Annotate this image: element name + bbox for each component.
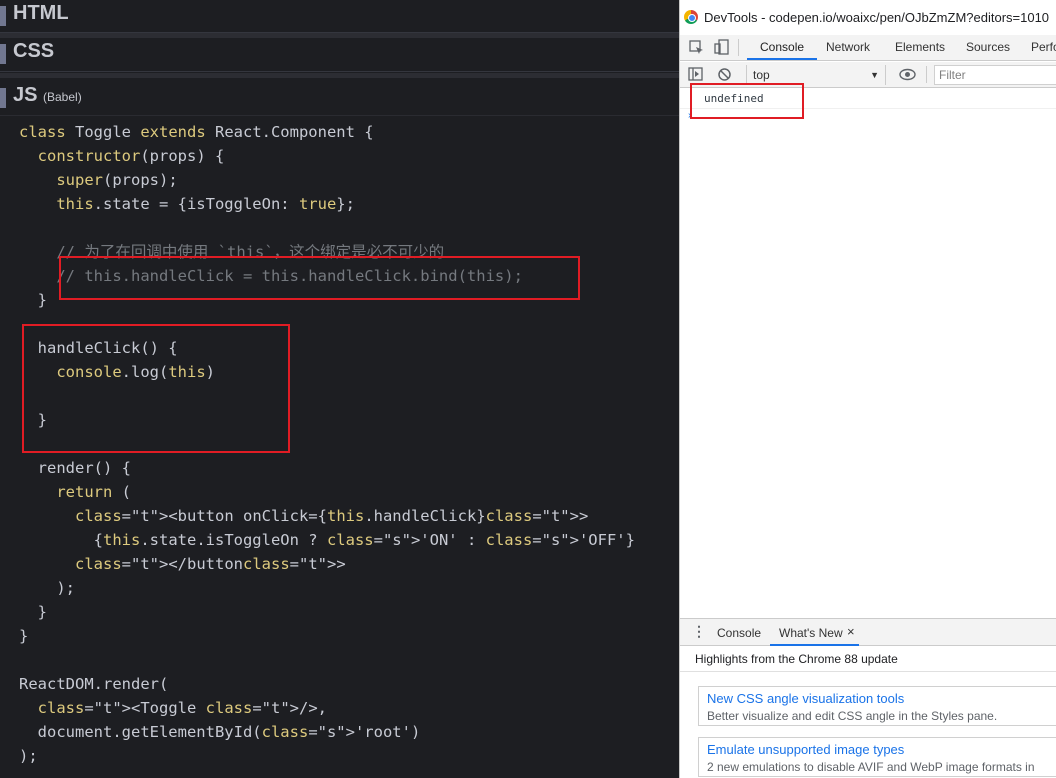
code-line: }	[19, 291, 47, 309]
toolbar-divider	[926, 66, 927, 83]
active-drawer-tab-indicator	[770, 644, 859, 646]
js-panel-title: JS	[13, 84, 38, 106]
drawer-menu-icon[interactable]: ⋮	[692, 623, 706, 640]
panel-handle	[0, 6, 6, 26]
panel-divider[interactable]	[0, 73, 679, 78]
console-output[interactable]: undefined ›	[680, 88, 1056, 618]
code-line: class="t"></buttonclass="t">>	[75, 555, 346, 573]
whats-new-item[interactable]: New CSS angle visualization tools Better…	[698, 686, 1056, 726]
js-panel-header[interactable]: JS (Babel)	[0, 80, 679, 116]
device-toolbar-icon[interactable]	[714, 39, 729, 55]
drawer-tab-console[interactable]: Console	[717, 626, 761, 640]
drawer-tabbar: ⋮ Console What's New ×	[680, 618, 1056, 646]
drawer-tab-whats-new[interactable]: What's New	[779, 626, 843, 640]
close-icon[interactable]: ×	[847, 624, 855, 639]
tab-console[interactable]: Console	[760, 40, 804, 54]
code-line: );	[19, 747, 38, 765]
toolbar-divider	[738, 39, 739, 56]
code-line: this.state = {isToggleOn: true};	[56, 195, 355, 213]
tab-performance[interactable]: Perfo	[1031, 40, 1056, 54]
highlight-box-bind	[59, 256, 580, 300]
whats-new-item[interactable]: Emulate unsupported image types 2 new em…	[698, 737, 1056, 777]
code-editor-pane: HTML CSS JS (Babel) class Toggle extends…	[0, 0, 679, 778]
whats-new-item-title[interactable]: Emulate unsupported image types	[707, 742, 904, 757]
code-line: constructor(props) {	[37, 147, 225, 165]
clear-console-icon[interactable]	[717, 67, 732, 82]
chrome-logo-icon	[684, 10, 698, 24]
code-line: return (	[56, 483, 131, 501]
code-line: );	[19, 579, 75, 597]
html-panel-title: HTML	[13, 2, 69, 24]
code-line: document.getElementById(class="s">'root'…	[19, 723, 421, 741]
devtools-titlebar: DevTools - codepen.io/woaixc/pen/OJbZmZM…	[680, 0, 1056, 35]
console-filter-input[interactable]	[934, 65, 1056, 85]
window-title: DevTools - codepen.io/woaixc/pen/OJbZmZM…	[704, 10, 1050, 25]
panel-handle	[0, 88, 6, 108]
sidebar-toggle-icon[interactable]	[688, 67, 703, 82]
code-line: render() {	[19, 459, 131, 477]
code-line: ReactDOM.render(	[19, 675, 169, 693]
code-line: }	[19, 627, 29, 645]
devtools-window: DevTools - codepen.io/woaixc/pen/OJbZmZM…	[679, 0, 1056, 778]
inspect-icon[interactable]	[689, 40, 704, 55]
css-panel-title: CSS	[13, 40, 55, 62]
js-preprocessor-label: (Babel)	[43, 90, 82, 104]
whats-new-item-title[interactable]: New CSS angle visualization tools	[707, 691, 904, 706]
whats-new-heading: Highlights from the Chrome 88 update	[695, 652, 898, 666]
code-line: super(props);	[56, 171, 178, 189]
divider	[680, 671, 1056, 672]
tab-network[interactable]: Network	[826, 40, 870, 54]
context-select-value: top	[753, 68, 770, 82]
tab-elements[interactable]: Elements	[895, 40, 945, 54]
highlight-box-output	[690, 83, 804, 119]
active-tab-indicator	[747, 58, 817, 60]
panel-handle	[0, 44, 6, 64]
highlight-box-handler	[22, 324, 290, 453]
tab-sources[interactable]: Sources	[966, 40, 1010, 54]
code-line: {this.state.isToggleOn ? class="s">'ON' …	[19, 531, 635, 549]
whats-new-item-desc: Better visualize and edit CSS angle in t…	[707, 709, 998, 723]
code-line: class="t"><Toggle class="t">/>,	[37, 699, 327, 717]
code-line: }	[19, 603, 47, 621]
dropdown-arrow-icon: ▼	[870, 70, 879, 80]
eye-icon[interactable]	[899, 68, 916, 81]
code-line: class="t"><button onClick={this.handleCl…	[75, 507, 589, 525]
devtools-tabbar: Console Network Elements Sources Perfo	[680, 35, 1056, 61]
css-panel-header[interactable]: CSS	[0, 38, 679, 72]
context-select[interactable]: top ▼	[746, 65, 886, 85]
code-line: class Toggle extends React.Component {	[19, 123, 374, 141]
whats-new-item-desc: 2 new emulations to disable AVIF and Web…	[707, 760, 1035, 774]
html-panel-header[interactable]: HTML	[0, 0, 679, 33]
